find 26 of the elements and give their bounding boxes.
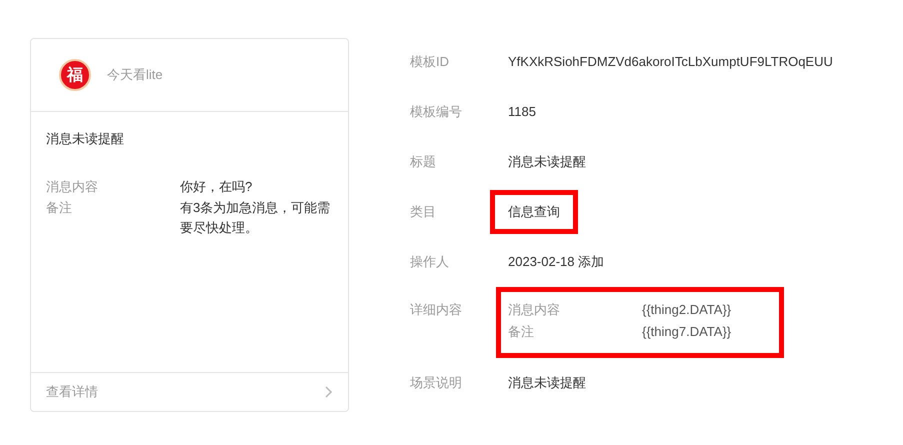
field-value: 有3条为加急消息，可能需要尽快处理。 — [180, 198, 332, 236]
field-value: 你好，在吗? — [180, 178, 254, 196]
view-details-link[interactable]: 查看详情 — [31, 372, 348, 411]
field-label: 备注 — [508, 323, 535, 341]
field-label: 备注 — [46, 198, 73, 216]
message-title: 消息未读提醒 — [46, 130, 125, 148]
account-name: 今天看lite — [107, 66, 163, 84]
detail-label: 模板编号 — [410, 103, 463, 121]
detail-label: 详细内容 — [410, 301, 463, 319]
detail-value: 消息未读提醒 — [508, 374, 586, 392]
detail-label: 场景说明 — [410, 374, 463, 392]
detail-value: 信息查询 — [508, 203, 560, 221]
field-value: {{thing2.DATA}} — [642, 301, 732, 319]
field-value: {{thing7.DATA}} — [642, 323, 732, 341]
detail-value: YfKXkRSiohFDMZVd6akoroITcLbXumptUF9LTROqEUU — [508, 53, 833, 71]
detail-value: 1185 — [508, 103, 536, 121]
logo: 福 — [59, 59, 91, 91]
detail-value: 2023-02-18 添加 — [508, 253, 604, 271]
field-label: 消息内容 — [508, 301, 561, 319]
detail-value: 消息未读提醒 — [508, 153, 586, 171]
detail-label: 模板ID — [410, 53, 450, 71]
detail-label: 标题 — [410, 153, 437, 171]
detail-label: 类目 — [410, 203, 437, 221]
chevron-right-icon — [325, 386, 333, 398]
field-label: 消息内容 — [46, 178, 99, 196]
detail-label: 操作人 — [410, 253, 450, 271]
